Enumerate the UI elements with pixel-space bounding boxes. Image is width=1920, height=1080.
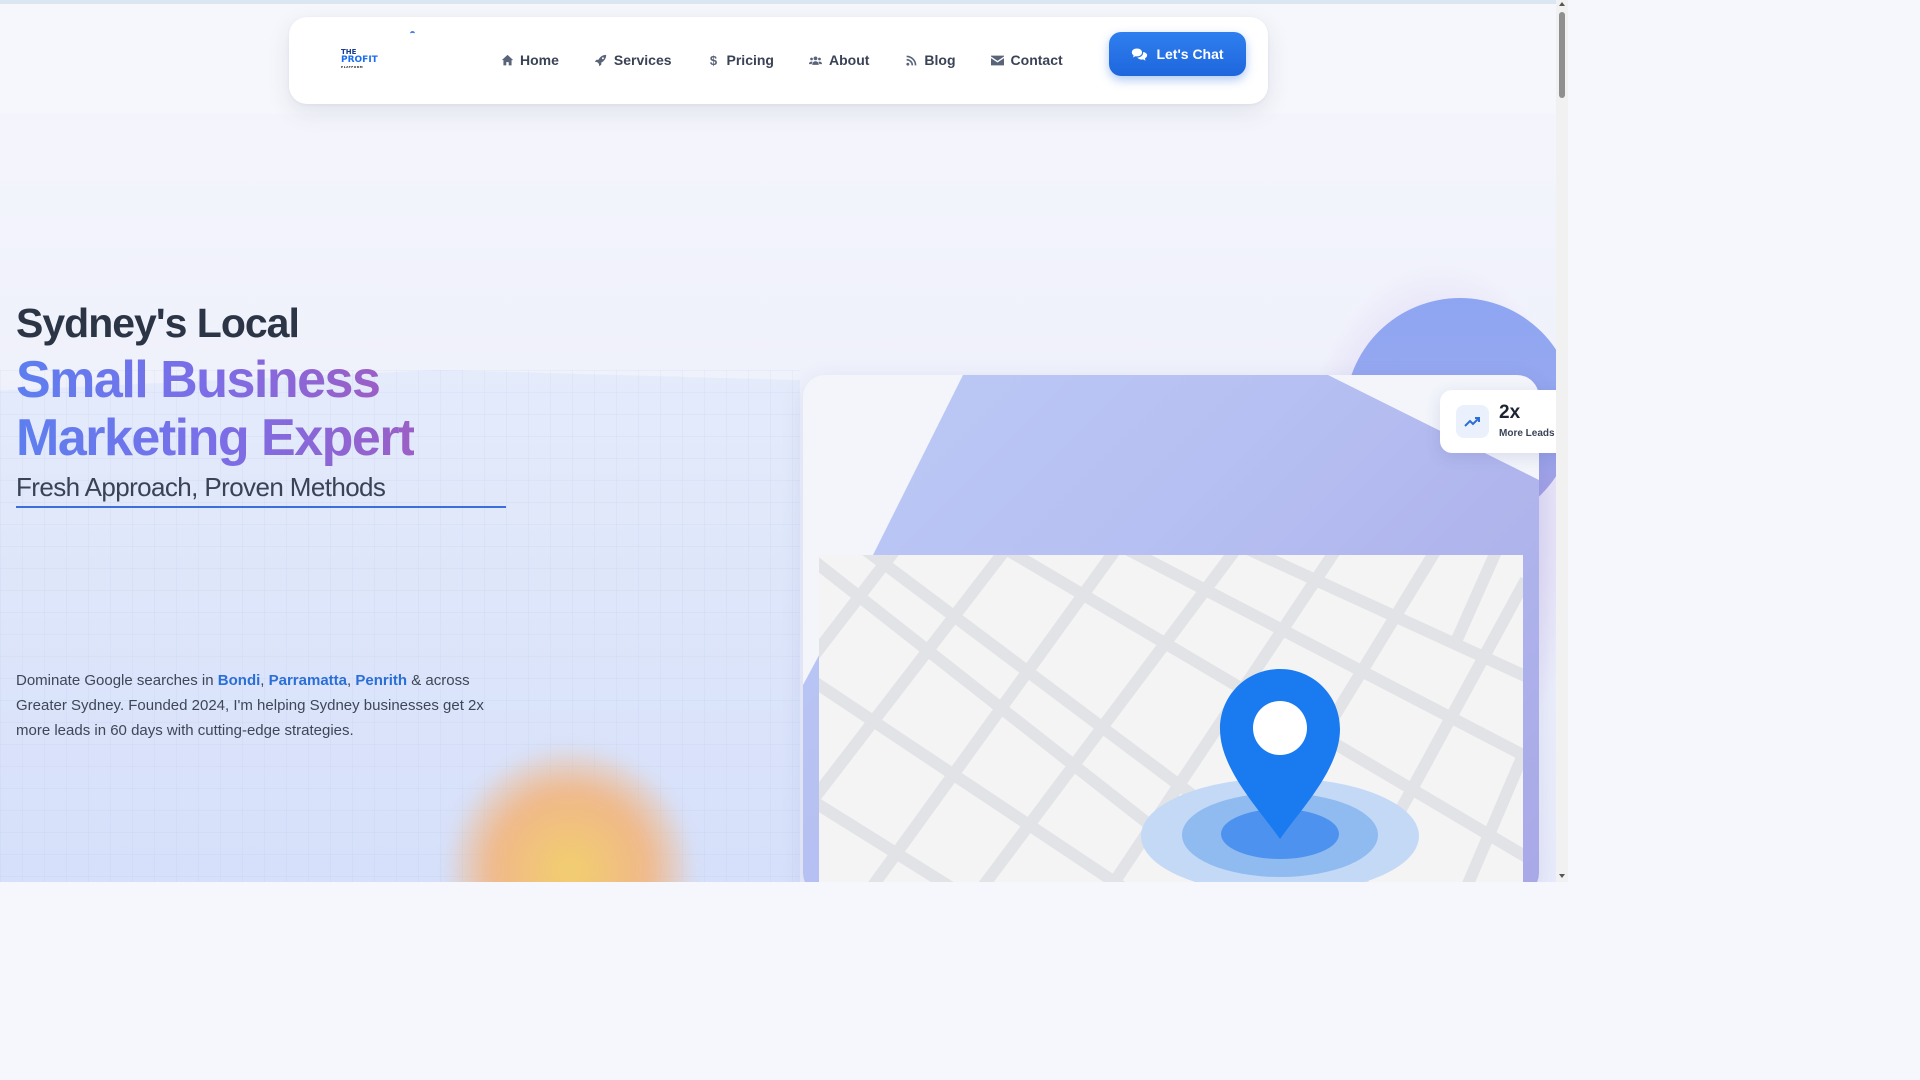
users-icon	[809, 53, 823, 67]
scroll-thumb[interactable]	[1559, 12, 1565, 98]
nav-item-blog[interactable]: Blog	[904, 52, 956, 68]
trending-up-icon	[1456, 405, 1489, 438]
location-link-penrith[interactable]: Penrith	[355, 672, 407, 689]
nav-label: Pricing	[726, 52, 774, 68]
nav-label: Contact	[1010, 52, 1063, 68]
desc-separator: ,	[260, 672, 269, 689]
blog-icon	[904, 53, 918, 67]
page: THE PROFIT PLATFORM Home Services $ Pric…	[0, 0, 1568, 882]
logo-line-3: PLATFORM	[341, 65, 364, 69]
chat-icon	[1132, 48, 1148, 61]
nav-item-contact[interactable]: Contact	[991, 52, 1063, 68]
nav-label: About	[828, 52, 870, 68]
location-link-bondi[interactable]: Bondi	[218, 672, 261, 689]
scroll-up-arrow-icon[interactable]	[1559, 2, 1565, 6]
nav-label: Home	[520, 52, 559, 68]
location-link-parramatta[interactable]: Parramatta	[269, 672, 347, 689]
loading-spinner-icon	[410, 31, 415, 36]
nav-item-pricing[interactable]: $ Pricing	[707, 52, 774, 68]
hero-tagline: Fresh Approach, Proven Methods	[16, 472, 386, 502]
envelope-icon	[991, 53, 1005, 67]
scroll-down-arrow-icon[interactable]	[1559, 874, 1565, 878]
map-card	[803, 375, 1539, 882]
navbar: THE PROFIT PLATFORM Home Services $ Pric…	[289, 17, 1268, 104]
desc-prefix: Dominate Google searches in	[16, 672, 218, 689]
nav-label: Blog	[924, 52, 956, 68]
nav-label: Services	[613, 52, 672, 68]
lets-chat-label: Let's Chat	[1156, 46, 1224, 62]
hero-heading-line-1: Sydney's Local	[16, 300, 300, 346]
top-border	[0, 0, 1556, 4]
tagline-underline	[16, 506, 506, 508]
stat-label: More Leads	[1499, 428, 1555, 439]
home-icon	[500, 53, 514, 67]
logo-line-2: PROFIT	[341, 55, 378, 65]
nav-item-home[interactable]: Home	[500, 52, 559, 68]
stat-badge: 2x More Leads	[1440, 390, 1568, 453]
stat-value: 2x	[1499, 402, 1521, 423]
map-illustration	[819, 555, 1523, 882]
nav-item-about[interactable]: About	[809, 52, 869, 68]
dollar-icon: $	[709, 52, 718, 68]
rocket-icon	[594, 53, 608, 67]
nav-links: Home Services $ Pricing About Blog Conta…	[500, 52, 1098, 68]
hero-heading-line-3: Marketing Expert	[16, 409, 415, 467]
lets-chat-button[interactable]: Let's Chat	[1109, 32, 1246, 76]
scrollbar[interactable]	[1556, 0, 1568, 882]
logo[interactable]: THE PROFIT PLATFORM	[341, 49, 381, 70]
hero-heading-line-2: Small Business	[16, 351, 381, 409]
hero-description: Dominate Google searches in Bondi, Parra…	[16, 668, 506, 743]
nav-item-services[interactable]: Services	[594, 52, 672, 68]
